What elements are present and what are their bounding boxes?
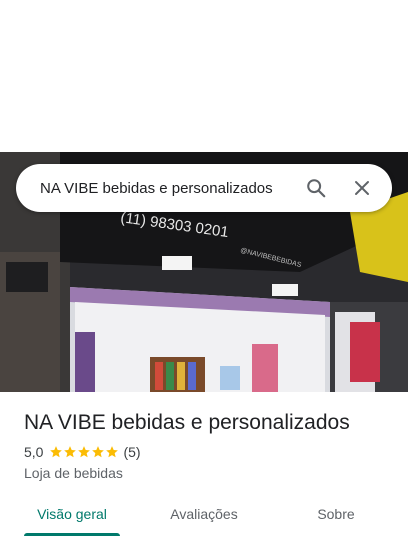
search-icon[interactable] <box>294 166 338 210</box>
tab-bar: Visão geral Avaliações Sobre <box>0 496 408 544</box>
search-bar[interactable]: NA VIBE bebidas e personalizados <box>16 164 392 212</box>
star-icon <box>78 446 91 458</box>
tab-about[interactable]: Sobre <box>264 496 408 544</box>
place-title: NA VIBE bebidas e personalizados <box>24 411 350 434</box>
tab-overview[interactable]: Visão geral <box>0 496 144 544</box>
rating-stars <box>49 445 119 459</box>
rating-value: 5,0 <box>24 444 44 460</box>
close-icon[interactable] <box>340 166 384 210</box>
map-blank-area <box>0 0 408 152</box>
star-icon <box>50 446 63 458</box>
rating-row[interactable]: 5,0 (5) <box>24 444 141 460</box>
star-icon <box>106 446 119 458</box>
star-icon <box>64 446 77 458</box>
place-info-panel: NA VIBE bebidas e personalizados 5,0 (5)… <box>0 392 408 544</box>
search-input[interactable]: NA VIBE bebidas e personalizados <box>16 180 294 197</box>
tab-reviews[interactable]: Avaliações <box>144 496 264 544</box>
review-count: (5) <box>123 444 141 460</box>
tab-selected-indicator <box>24 533 120 536</box>
star-icon <box>92 446 105 458</box>
place-category[interactable]: Loja de bebidas <box>24 465 123 481</box>
